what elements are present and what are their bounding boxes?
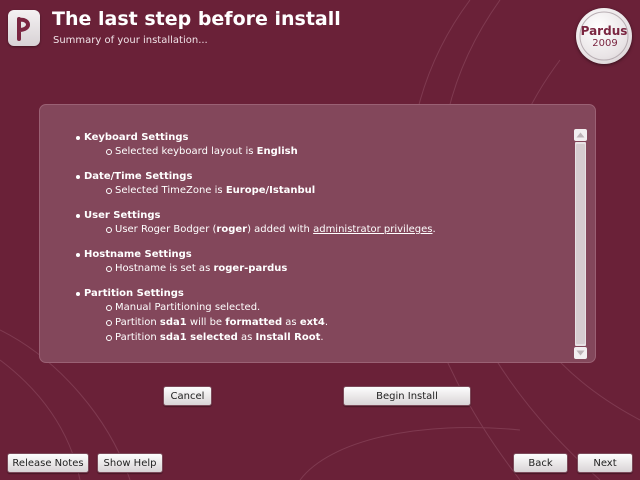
vertical-scrollbar[interactable] [574,129,587,361]
begin-install-button[interactable]: Begin Install [343,386,471,406]
list-item: Selected TimeZone is Europe/Istanbul [76,183,566,198]
next-button[interactable]: Next [577,453,633,473]
list-item: Partition sda1 will be formatted as ext4… [76,315,566,330]
timezone-value: Europe/Istanbul [225,185,316,196]
keyboard-settings-section: Keyboard Settings Selected keyboard layo… [76,131,566,159]
page-subtitle: Summary of your installation... [53,35,208,46]
bullet-icon [76,174,80,179]
circle-bullet-icon [106,304,112,311]
installation-summary-panel: Keyboard Settings Selected keyboard layo… [39,104,596,363]
user-settings-section: User Settings User Roger Bodger (roger) … [76,209,566,237]
triangle-down-icon [576,350,585,356]
circle-bullet-icon [106,334,112,341]
bullet-icon [76,291,80,296]
filesystem-value: ext4 [299,317,325,328]
pardus-app-logo [8,10,40,46]
bullet-icon [76,135,80,140]
scroll-up-button[interactable] [574,129,587,141]
install-root-value: Install Root [255,332,321,343]
username-value: roger [216,224,248,235]
summary-content: Keyboard Settings Selected keyboard layo… [76,131,566,356]
section-title: Partition Settings [84,288,184,299]
bullet-icon [76,213,80,218]
back-button[interactable]: Back [513,453,568,473]
list-item: Partition sda1 selected as Install Root. [76,330,566,345]
section-title: Date/Time Settings [84,171,193,182]
triangle-up-icon [576,132,585,138]
list-item: Hostname is set as roger-pardus [76,261,566,276]
section-title: Hostname Settings [84,249,192,260]
section-title: Keyboard Settings [84,132,189,143]
partition-settings-section: Partition Settings Manual Partitioning s… [76,287,566,345]
pardus-2009-logo: Pardus 2009 [576,8,632,64]
circle-bullet-icon [106,226,112,233]
datetime-settings-section: Date/Time Settings Selected TimeZone is … [76,170,566,198]
hostname-settings-section: Hostname Settings Hostname is set as rog… [76,248,566,276]
circle-bullet-icon [106,319,112,326]
hostname-value: roger-pardus [213,263,288,274]
administrator-privileges-link[interactable]: administrator privileges [313,222,432,237]
show-help-button[interactable]: Show Help [97,453,163,473]
scroll-down-button[interactable] [574,347,587,359]
scroll-track[interactable] [575,142,586,346]
circle-bullet-icon [106,265,112,272]
circle-bullet-icon [106,148,112,155]
bullet-icon [76,252,80,257]
page-title: The last step before install [52,8,341,30]
list-item: User Roger Bodger (roger) added with adm… [76,222,566,237]
brand-year: 2009 [592,38,617,49]
list-item: Manual Partitioning selected. [76,300,566,315]
brand-name: Pardus [581,24,628,38]
p-letter-icon [17,17,30,41]
partition-device: sda1 [159,317,187,328]
scroll-thumb[interactable] [576,144,585,344]
circle-bullet-icon [106,187,112,194]
release-notes-button[interactable]: Release Notes [7,453,89,473]
list-item: Selected keyboard layout is English [76,144,566,159]
keyboard-layout-value: English [256,146,298,157]
section-title: User Settings [84,210,161,221]
cancel-button[interactable]: Cancel [163,386,212,406]
